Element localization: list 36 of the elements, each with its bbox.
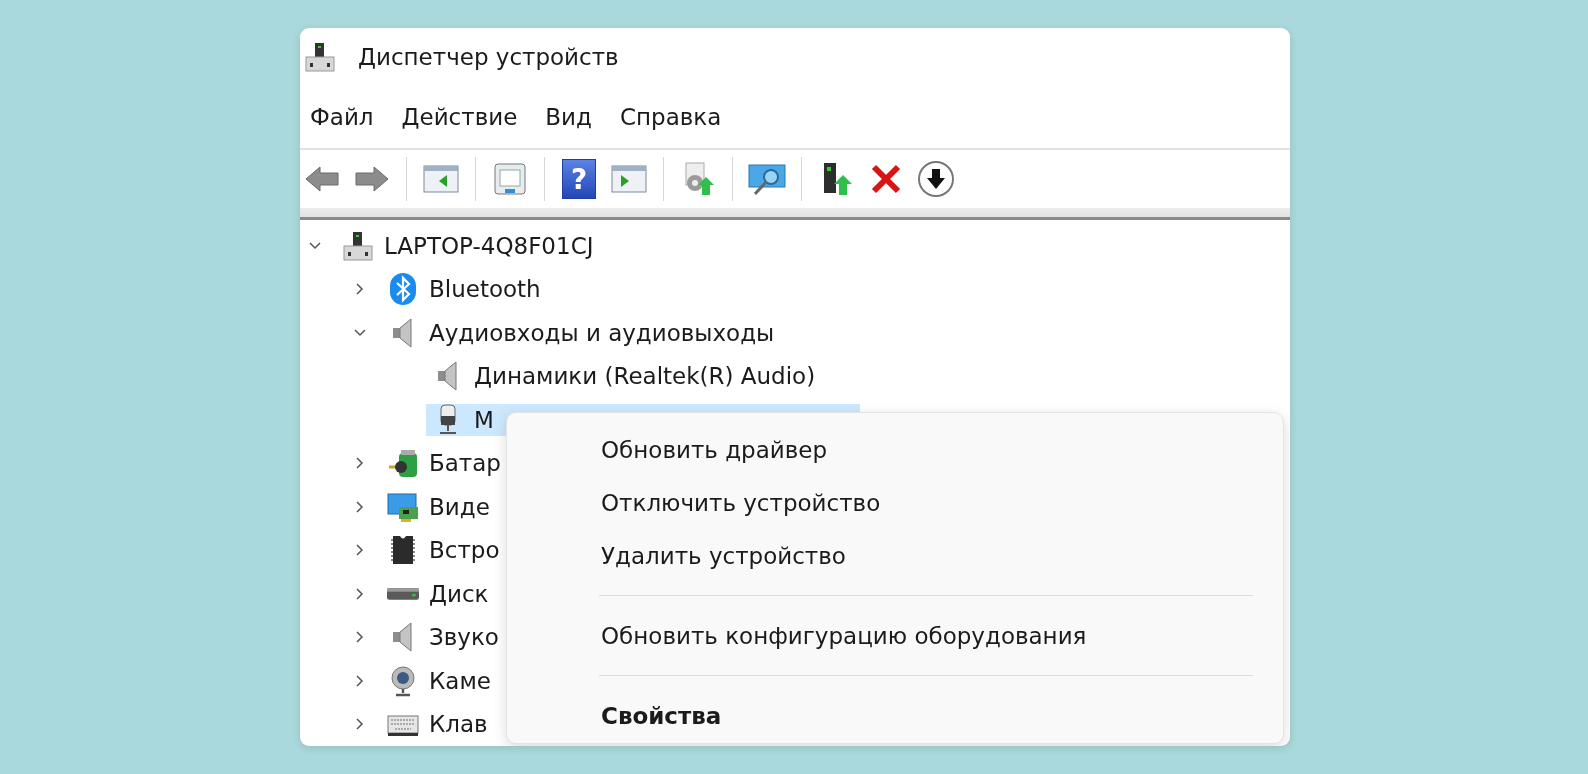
computer-icon bbox=[342, 229, 374, 262]
display-card-icon bbox=[387, 490, 419, 523]
tree-item[interactable]: Динамики (Realtek(R) Audio) bbox=[470, 360, 820, 393]
menu-item[interactable]: Действие bbox=[393, 100, 528, 134]
context-menu-item[interactable]: Свойства bbox=[513, 689, 1253, 742]
tree-item[interactable]: Виде bbox=[425, 490, 494, 523]
context-menu-item[interactable]: Удалить устройство bbox=[513, 529, 1253, 582]
tree-item[interactable]: Клав bbox=[425, 708, 492, 741]
disk-drive-icon bbox=[387, 587, 419, 600]
menu-item[interactable]: Файл bbox=[302, 100, 384, 134]
tree-item[interactable]: Звуко bbox=[425, 621, 503, 654]
tree-item[interactable]: Аудиовходы и аудиовыходы bbox=[425, 316, 779, 349]
download-icon bbox=[917, 160, 955, 198]
context-menu-item[interactable]: Обновить драйвер bbox=[513, 423, 1253, 476]
tree-item[interactable]: Bluetooth bbox=[425, 273, 545, 306]
tree-item[interactable]: Каме bbox=[425, 664, 495, 697]
properties-sheet-icon bbox=[493, 162, 527, 196]
back-arrow-icon bbox=[304, 164, 340, 194]
menu-item[interactable]: Вид bbox=[537, 100, 602, 134]
help-button[interactable]: ? bbox=[562, 159, 596, 199]
bluetooth-icon bbox=[387, 273, 419, 306]
tree-item[interactable]: Встро bbox=[425, 534, 504, 567]
tree-item[interactable]: Батар bbox=[425, 447, 505, 480]
panel-icon bbox=[423, 164, 459, 194]
menu-item[interactable]: Справка bbox=[611, 100, 732, 134]
tree-item[interactable]: LAPTOP-4Q8F01CJ bbox=[380, 229, 598, 262]
tree-item[interactable]: Диск bbox=[425, 577, 493, 610]
computer-icon bbox=[304, 41, 336, 73]
window-title: Диспетчер устройств bbox=[358, 44, 619, 70]
delete-icon bbox=[869, 162, 903, 196]
monitor-search-icon bbox=[747, 161, 787, 197]
context-menu-item[interactable]: Обновить конфигурацию оборудования bbox=[513, 609, 1253, 662]
forward-arrow-icon bbox=[354, 164, 390, 194]
context-menu-item[interactable]: Отключить устройство bbox=[513, 476, 1253, 529]
panel-icon bbox=[611, 164, 647, 194]
battery-plug-icon bbox=[387, 447, 419, 480]
